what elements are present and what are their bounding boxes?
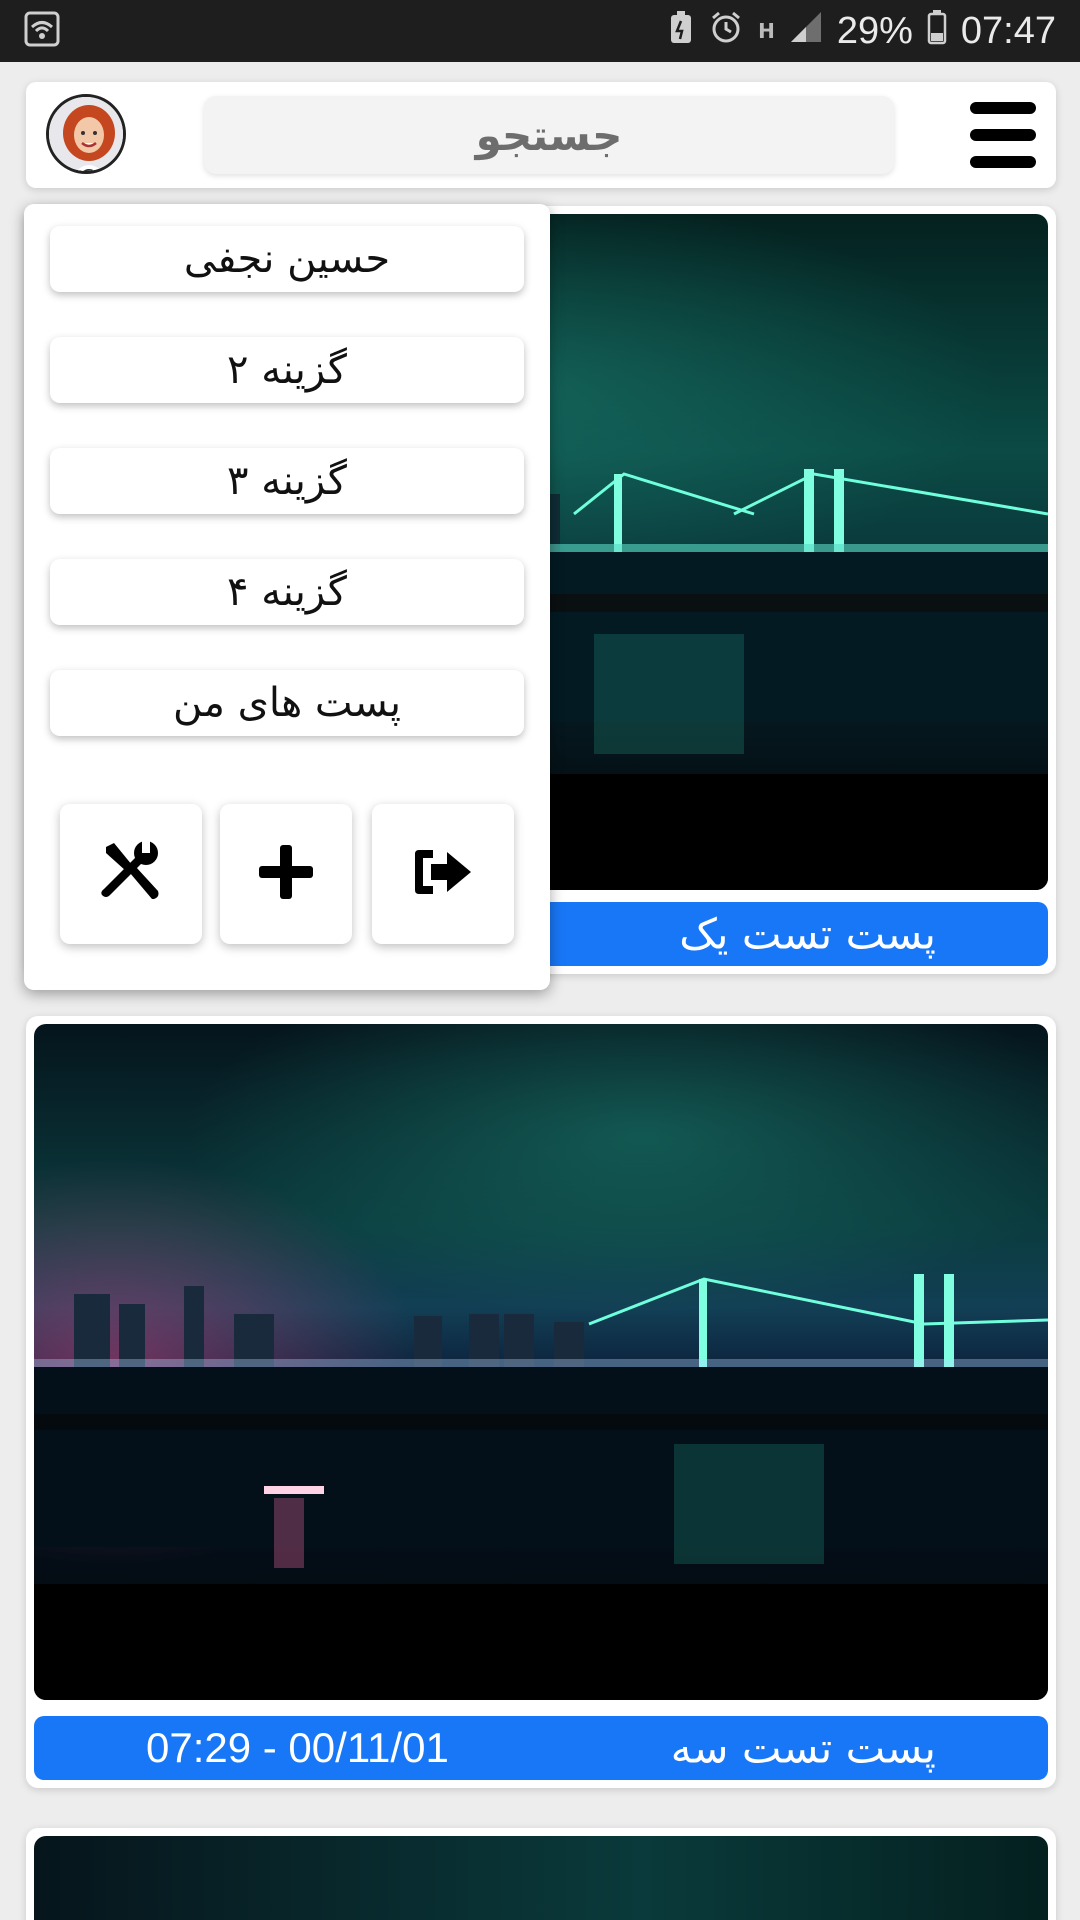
- post-datetime: 07:29 - 00/11/01: [146, 1724, 449, 1771]
- search-input[interactable]: جستجو: [204, 96, 894, 174]
- signal-icon: [789, 9, 823, 53]
- alarm-icon: [708, 9, 744, 54]
- post-image[interactable]: [34, 1024, 1048, 1700]
- menu-icon-bar: [970, 129, 1036, 141]
- menu-icon-bar: [970, 156, 1036, 168]
- menu-item-label: پست های من: [173, 680, 401, 726]
- tools-icon: [98, 839, 164, 909]
- menu-item-my-posts[interactable]: پست های من: [50, 670, 524, 736]
- clock: 07:47: [960, 9, 1056, 52]
- logout-button[interactable]: [372, 804, 514, 944]
- logout-icon: [411, 846, 475, 902]
- post-image[interactable]: [34, 1836, 1048, 1920]
- search-placeholder: جستجو: [475, 110, 623, 160]
- menu-item-option-4[interactable]: گزینه ۴: [50, 559, 524, 625]
- menu-item-label: گزینه ۲: [227, 347, 347, 393]
- app-root: H 29% 07:47 جستجو پست تست یک 07:29 - 00/…: [0, 0, 1080, 1920]
- menu-item-label: گزینه ۳: [227, 458, 347, 504]
- battery-saver-icon: [668, 9, 694, 54]
- add-post-button[interactable]: [220, 804, 352, 944]
- menu-item-label: حسین نجفی: [183, 236, 391, 282]
- settings-button[interactable]: [60, 804, 202, 944]
- battery-percent: 29%: [836, 9, 913, 52]
- post-caption: 07:29 - 00/11/01 پست تست سه: [34, 1716, 1048, 1780]
- battery-icon: [927, 9, 947, 54]
- post-card[interactable]: 07:29 - 00/11/01 پست تست سه: [26, 1016, 1056, 1788]
- top-header: جستجو: [26, 82, 1056, 188]
- network-type-label: H: [758, 19, 775, 43]
- avatar[interactable]: [46, 94, 126, 174]
- post-title: پست تست یک: [679, 909, 936, 959]
- menu-item-label: گزینه ۴: [227, 569, 347, 615]
- menu-item-profile[interactable]: حسین نجفی: [50, 226, 524, 292]
- network-type-icon: H: [758, 21, 775, 41]
- menu-item-option-3[interactable]: گزینه ۳: [50, 448, 524, 514]
- plus-icon: [257, 843, 315, 905]
- side-menu: حسین نجفی گزینه ۲ گزینه ۳ گزینه ۴ پست ها…: [24, 204, 550, 990]
- wifi-icon: [24, 11, 60, 51]
- menu-icon-bar: [970, 102, 1036, 114]
- status-bar: H 29% 07:47: [0, 0, 1080, 62]
- hamburger-menu-button[interactable]: [970, 102, 1036, 168]
- menu-item-option-2[interactable]: گزینه ۲: [50, 337, 524, 403]
- post-title: پست تست سه: [670, 1723, 936, 1773]
- post-card[interactable]: [26, 1828, 1056, 1920]
